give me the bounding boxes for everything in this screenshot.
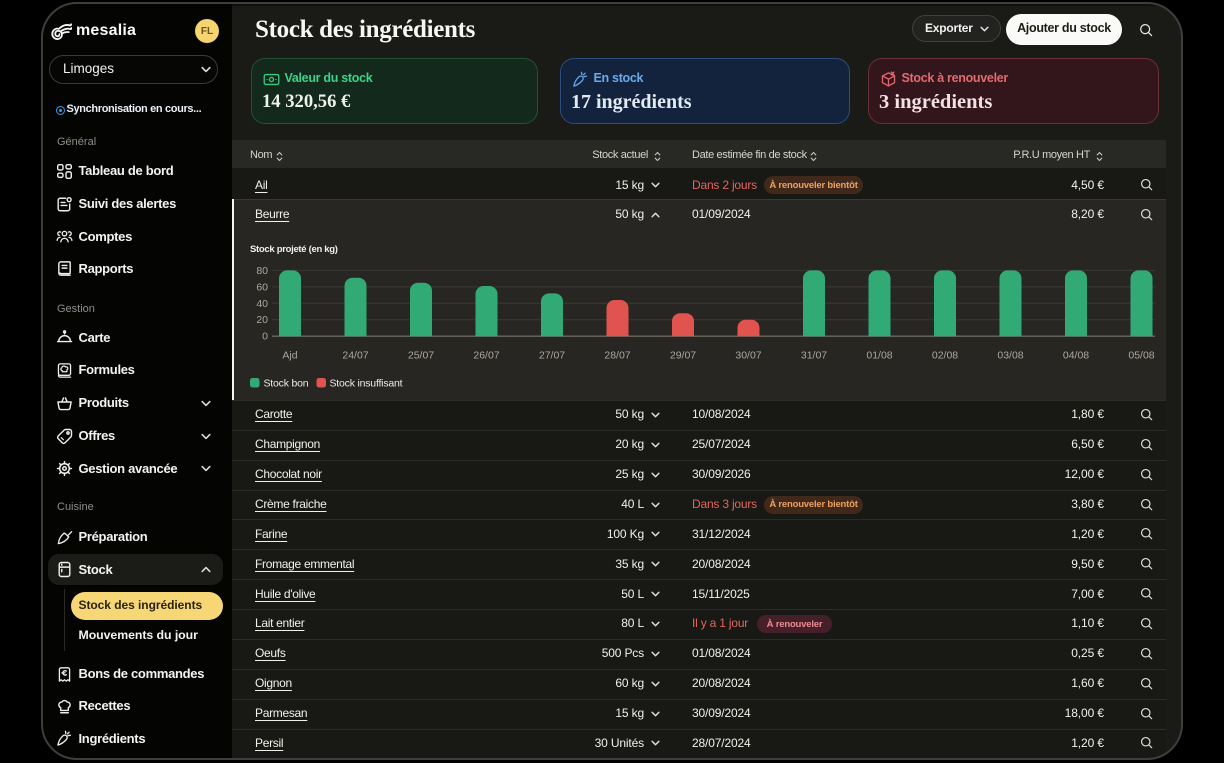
svg-text:04/08: 04/08	[1063, 350, 1089, 362]
svg-text:27/07: 27/07	[539, 350, 565, 362]
svg-text:02/08: 02/08	[932, 350, 958, 362]
svg-text:29/07: 29/07	[670, 350, 696, 362]
svg-text:Stock bon: Stock bon	[264, 378, 309, 390]
svg-text:26/07: 26/07	[473, 350, 499, 362]
svg-text:31/07: 31/07	[801, 350, 827, 362]
svg-text:Stock projeté (en kg): Stock projeté (en kg)	[250, 244, 338, 255]
svg-text:40: 40	[256, 298, 268, 310]
svg-text:28/07: 28/07	[604, 350, 630, 362]
svg-text:25/07: 25/07	[408, 350, 434, 362]
svg-text:80: 80	[256, 265, 268, 277]
svg-text:30/07: 30/07	[735, 350, 761, 362]
svg-text:05/08: 05/08	[1128, 350, 1154, 362]
svg-text:24/07: 24/07	[342, 350, 368, 362]
svg-text:03/08: 03/08	[997, 350, 1023, 362]
svg-text:60: 60	[256, 281, 268, 293]
svg-text:20: 20	[256, 314, 268, 326]
svg-text:01/08: 01/08	[866, 350, 892, 362]
svg-text:Ajd: Ajd	[282, 350, 297, 362]
svg-text:0: 0	[262, 331, 268, 343]
svg-text:Stock insuffisant: Stock insuffisant	[330, 378, 403, 390]
